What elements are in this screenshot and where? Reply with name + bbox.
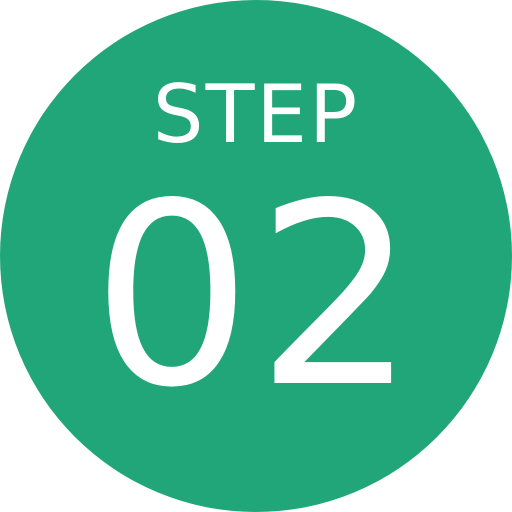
step-number: 02 <box>91 150 421 443</box>
step-label: STEP <box>152 68 360 161</box>
